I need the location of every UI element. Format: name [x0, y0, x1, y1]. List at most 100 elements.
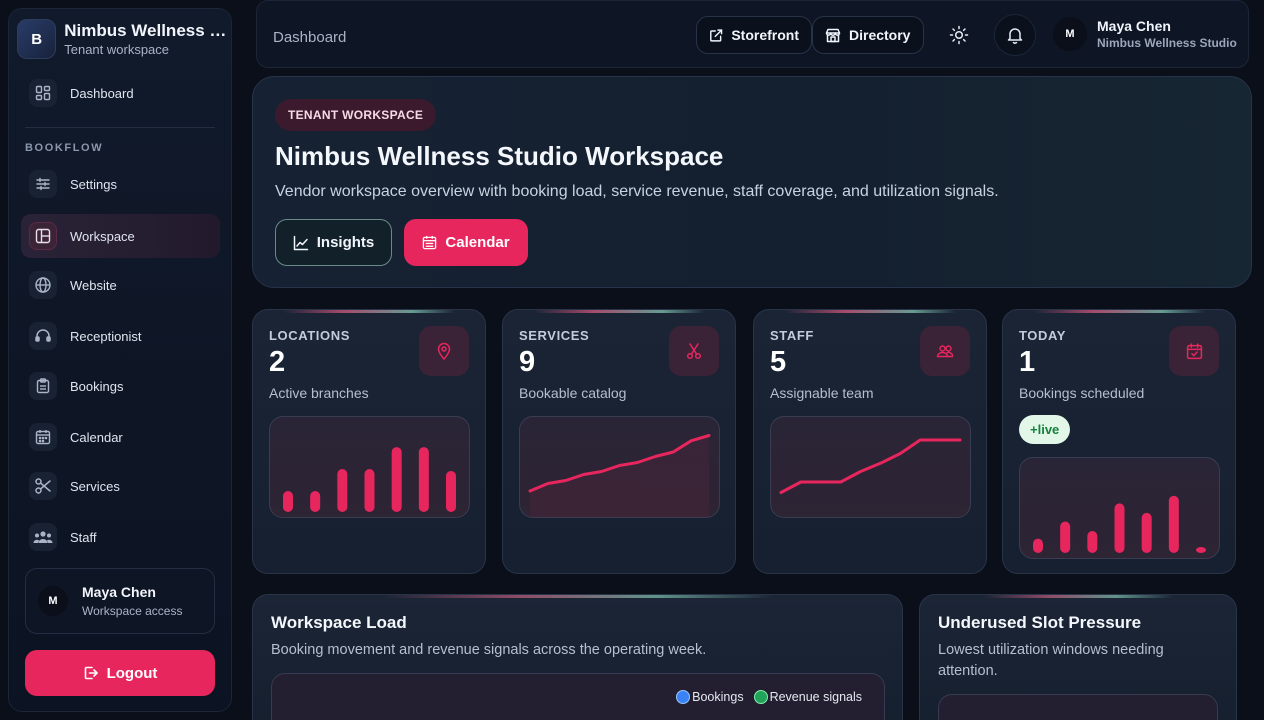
sidebar-item-label: Receptionist [70, 328, 142, 344]
panel-subtitle-line: Lowest utilization windows needing [938, 642, 1164, 658]
brand-logo: B [17, 19, 57, 59]
notifications-button[interactable] [994, 14, 1036, 56]
spark-bar [1168, 495, 1179, 553]
nav-divider [25, 127, 215, 128]
trend-chart-icon [293, 235, 308, 250]
bell-icon [1007, 28, 1023, 44]
sidebar-item-label: Website [70, 277, 117, 293]
scissors-icon [669, 326, 719, 376]
sidebar-item-label: Services [70, 478, 120, 494]
sidebar-item-label: Settings [70, 176, 117, 192]
sliders-icon [29, 170, 57, 198]
panel-subtitle: Lowest utilization windows needing atten… [938, 640, 1164, 682]
spark-bar [1060, 521, 1071, 553]
layout-icon [29, 222, 57, 250]
stat-label: TODAY [1019, 328, 1067, 343]
spark-bar [310, 491, 321, 512]
team-icon [920, 326, 970, 376]
panel-subtitle: Booking movement and revenue signals acr… [271, 642, 707, 658]
brand-subtitle: Tenant workspace [64, 42, 170, 57]
sidebar-item-staff[interactable]: Staff [21, 515, 220, 559]
sidebar-item-bookings[interactable]: Bookings [21, 364, 220, 408]
sidebar-item-label: Workspace [70, 228, 135, 244]
sidebar-item-services[interactable]: Services [21, 464, 220, 508]
sidebar-item-label: Staff [70, 529, 97, 545]
workspace-hero: TENANT WORKSPACE Nimbus Wellness Studio … [252, 76, 1252, 288]
panel-title: Workspace Load [271, 613, 407, 632]
stat-subtitle: Bookings scheduled [1019, 385, 1145, 401]
directory-label: Directory [849, 27, 911, 43]
calendar-button[interactable]: Calendar [404, 219, 528, 266]
sidebar-item-website[interactable]: Website [21, 263, 220, 307]
page-title: Nimbus Wellness Studio Workspace [275, 141, 724, 171]
breadcrumb[interactable]: Dashboard [273, 29, 346, 46]
legend-swatch [753, 690, 768, 704]
chart-legend: Bookings Revenue signals [676, 690, 862, 704]
stat-subtitle: Active branches [269, 385, 369, 401]
team-icon [29, 523, 57, 551]
sidebar-item-receptionist[interactable]: Receptionist [21, 314, 220, 358]
sidebar-user-card[interactable]: M Maya Chen Workspace access [25, 568, 215, 634]
scissors-icon [29, 472, 57, 500]
live-badge: +live [1019, 415, 1071, 444]
nav-section-label: BOOKFLOW [25, 142, 104, 154]
legend-label: Bookings [692, 690, 744, 704]
sparkline-chart [1019, 457, 1220, 559]
spark-bar [1087, 531, 1098, 553]
insights-label: Insights [316, 234, 375, 251]
spark-bar [418, 447, 429, 512]
legend-item-bookings[interactable]: Bookings [676, 690, 744, 704]
panel-title: Underused Slot Pressure [938, 613, 1142, 632]
sidebar-item-label: Calendar [70, 429, 123, 445]
stat-card-today[interactable]: TODAY 1 Bookings scheduled +live [1002, 309, 1236, 574]
storefront-button[interactable]: Storefront [696, 16, 812, 54]
stat-card-services[interactable]: SERVICES 9 Bookable catalog [502, 309, 736, 574]
logout-label: Logout [106, 664, 158, 682]
sidebar-item-workspace[interactable]: Workspace [21, 214, 220, 258]
stat-label: SERVICES [519, 328, 590, 343]
logout-icon [84, 666, 98, 680]
user-name: Maya Chen [1097, 18, 1171, 34]
stat-subtitle: Assignable team [770, 385, 874, 401]
spark-line [779, 438, 962, 494]
spark-bar [337, 469, 348, 512]
stat-card-staff[interactable]: STAFF 5 Assignable team [753, 309, 987, 574]
store-icon [825, 28, 841, 42]
sidebar-item-dashboard[interactable]: Dashboard [21, 71, 220, 115]
legend-swatch [676, 690, 691, 704]
headset-icon [29, 322, 57, 350]
legend-item-revenue[interactable]: Revenue signals [753, 690, 862, 704]
stat-value: 1 [1019, 346, 1036, 378]
stat-value: 2 [269, 346, 286, 378]
logout-button[interactable]: Logout [25, 650, 215, 696]
stat-label: LOCATIONS [269, 328, 350, 343]
brand-name: Nimbus Wellness Studio [64, 21, 229, 40]
globe-icon [29, 271, 57, 299]
sidebar-item-calendar[interactable]: Calendar [21, 415, 220, 459]
workspace-load-chart: Bookings Revenue signals [271, 673, 885, 720]
user-name: Maya Chen [82, 584, 156, 600]
sparkline-chart [770, 416, 971, 518]
sidebar-item-label: Bookings [70, 378, 124, 394]
spark-bar [1141, 512, 1152, 553]
calendar-icon [29, 423, 57, 451]
external-link-icon [710, 28, 723, 42]
theme-toggle-button[interactable] [938, 14, 980, 56]
directory-button[interactable]: Directory [812, 16, 924, 54]
dashboard-icon [29, 79, 57, 107]
avatar: M [38, 586, 68, 616]
avatar: M [1053, 17, 1087, 51]
calendar-icon [423, 235, 437, 250]
topbar: Dashboard Storefront Directory M Maya Ch… [256, 0, 1249, 68]
legend-label: Revenue signals [769, 690, 862, 704]
stat-subtitle: Bookable catalog [519, 385, 627, 401]
map-pin-icon [419, 326, 469, 376]
storefront-label: Storefront [731, 27, 799, 43]
brand[interactable]: B Nimbus Wellness Studio Tenant workspac… [13, 13, 229, 65]
stat-card-locations[interactable]: LOCATIONS 2 Active branches [252, 309, 486, 574]
sun-icon [949, 25, 969, 45]
insights-button[interactable]: Insights [275, 219, 392, 266]
workspace-load-panel: Workspace Load Booking movement and reve… [252, 594, 903, 720]
sidebar-item-settings[interactable]: Settings [21, 162, 220, 206]
topbar-user-menu[interactable]: M Maya Chen Nimbus Wellness Studio [1053, 17, 1237, 51]
